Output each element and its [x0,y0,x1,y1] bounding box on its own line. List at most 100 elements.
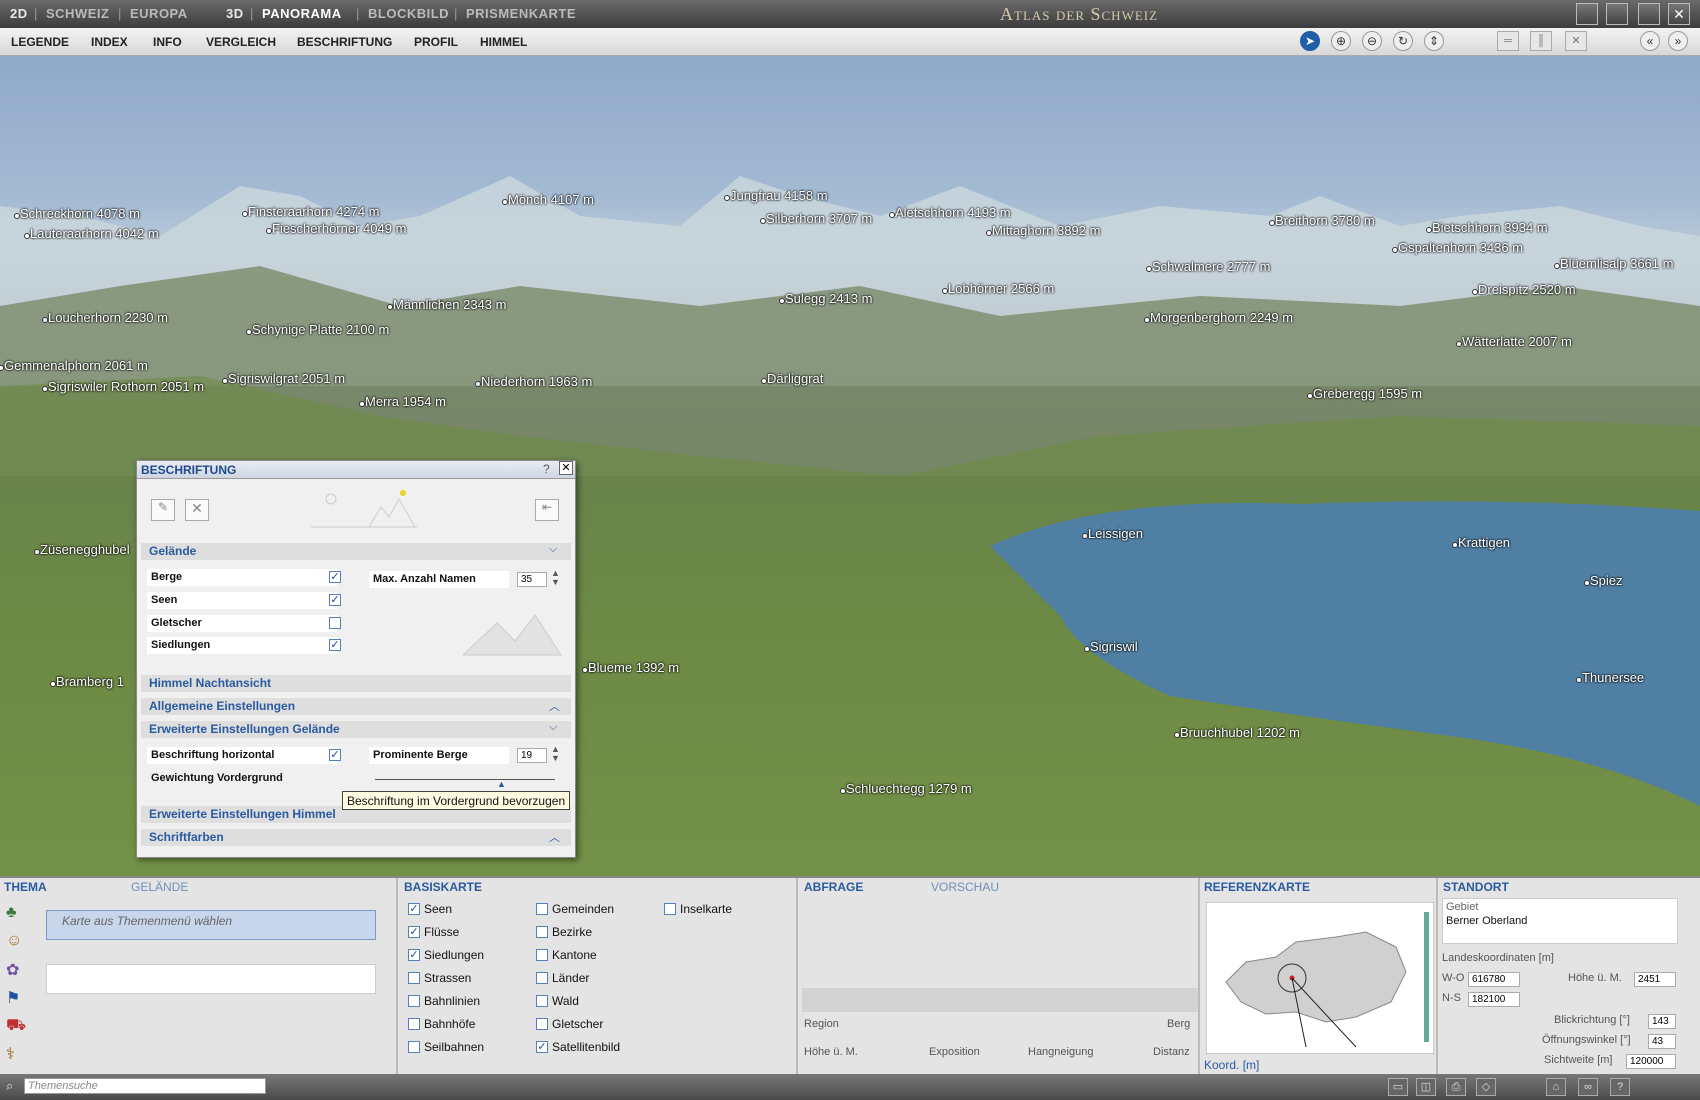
view-2d[interactable]: 2D [10,6,28,21]
zoom-out-icon[interactable]: ⊖ [1362,31,1382,51]
train-icon[interactable]: ⛟ [6,1016,28,1038]
basis-checkbox[interactable]: ✓ [408,949,420,961]
map-label[interactable]: Schreckhorn 4078 m [14,206,140,221]
print-icon[interactable]: ⎙ [1446,1078,1466,1096]
map-label[interactable]: Jungfrau 4158 m [724,188,828,203]
menu-vergleich[interactable]: VERGLEICH [206,35,276,49]
map-label[interactable]: Blueme 1392 m [581,660,679,675]
tab-standort[interactable]: STANDORT [1443,880,1509,894]
section-gelaende[interactable]: Gelände [141,543,571,560]
tab-referenzkarte[interactable]: REFERENZKARTE [1204,880,1310,894]
basis-checkbox[interactable] [536,1018,548,1030]
view-blockbild[interactable]: BLOCKBILD [368,6,449,21]
map-label[interactable]: Spiez [1584,573,1623,588]
route-icon[interactable]: ⚕ [6,1044,28,1066]
close-icon[interactable]: ✕ [1668,3,1690,25]
folder-icon[interactable]: ▭ [1388,1078,1408,1096]
stepper-icon[interactable]: ▲ ▼ [551,745,560,763]
basis-checkbox[interactable]: ✓ [408,926,420,938]
map-label[interactable]: Schynige Platte 2100 m [245,322,389,337]
layout-horizontal-icon[interactable]: ═ [1497,31,1519,51]
back-icon[interactable]: « [1640,31,1660,51]
map-label[interactable]: Gspaltenhorn 3436 m [1391,240,1523,255]
checkbox-gletscher[interactable] [329,617,341,629]
basis-checkbox[interactable] [664,903,676,915]
section-schriftfarben[interactable]: Schriftfarben [141,829,571,846]
slider-thumb[interactable]: ▲ [497,779,506,789]
map-label[interactable]: Merra 1954 m [359,394,446,409]
map-label[interactable]: Schluechtegg 1279 m [840,781,972,796]
rotate-icon[interactable]: ↻ [1393,31,1413,51]
bookmark-icon[interactable]: ◫ [1416,1078,1436,1096]
ns-field[interactable]: 182100 [1468,992,1520,1007]
map-label[interactable]: Dreispitz 2520 m [1472,282,1576,297]
map-label[interactable]: Bietschhorn 3934 m [1426,220,1548,235]
people-icon[interactable]: ☺ [6,932,28,954]
home-icon[interactable]: ⌂ [1546,1078,1566,1096]
checkbox-horizontal[interactable]: ✓ [329,749,341,761]
basis-checkbox[interactable] [536,972,548,984]
map-label[interactable]: Männlichen 2343 m [386,297,506,312]
checkbox-siedlungen[interactable]: ✓ [329,639,341,651]
blick-field[interactable]: 143 [1648,1014,1676,1029]
layout-vertical-icon[interactable]: ║ [1530,31,1552,51]
map-label[interactable]: Gemmenalphorn 2061 m [0,358,148,373]
map-label[interactable]: Morgenberghorn 2249 m [1143,310,1293,325]
map-label[interactable]: Blüemlisalp 3661 m [1553,256,1673,271]
view-3d[interactable]: 3D [226,6,244,21]
help-icon[interactable]: ? [543,462,550,476]
tab-thema[interactable]: THEMA [4,880,47,894]
map-label[interactable]: Sigriswilgrat 2051 m [221,371,345,386]
basis-checkbox[interactable] [408,1041,420,1053]
menu-beschriftung[interactable]: BESCHRIFTUNG [297,35,392,49]
map-label[interactable]: Mönch 4107 m [502,192,594,207]
view-europa[interactable]: EUROPA [130,6,188,21]
view-schweiz[interactable]: SCHWEIZ [46,6,109,21]
map-label[interactable]: Sulegg 2413 m [778,291,872,306]
map-label[interactable]: Krattigen [1451,535,1510,550]
menu-index[interactable]: INDEX [91,35,128,49]
map-label[interactable]: Wätterlatte 2007 m [1456,334,1572,349]
clear-icon[interactable]: ✕ [185,499,209,521]
basis-checkbox[interactable] [408,1018,420,1030]
shield-icon[interactable]: ◇ [1476,1078,1496,1096]
view-panorama[interactable]: PANORAMA [262,6,342,21]
basis-checkbox[interactable] [536,949,548,961]
reference-map[interactable] [1206,902,1434,1054]
section-erweitert-gelaende[interactable]: Erweiterte Einstellungen Gelände [141,721,571,738]
flag-icon[interactable]: ⚑ [6,988,28,1010]
layout-cross-icon[interactable]: ✕ [1565,31,1587,51]
checkbox-berge[interactable]: ✓ [329,571,341,583]
tree-icon[interactable]: ♣ [6,904,28,926]
sicht-field[interactable]: 120000 [1626,1054,1676,1069]
stepper-icon[interactable]: ▲ ▼ [551,569,560,587]
map-label[interactable]: Mittaghorn 3892 m [985,223,1100,238]
hoehe-field[interactable]: 2451 [1634,972,1676,987]
map-label[interactable]: Sigriswil [1084,639,1138,654]
map-label[interactable]: Schwalmere 2777 m [1146,259,1271,274]
basis-checkbox[interactable] [536,995,548,1007]
chevron-up-icon[interactable]: ︿ [549,698,560,714]
weighting-slider[interactable] [375,779,555,780]
map-label[interactable]: Lauteraarhorn 4042 m [24,226,159,241]
tab-vorschau[interactable]: VORSCHAU [931,880,999,894]
thema-select-2[interactable] [46,964,376,994]
edit-icon[interactable]: ✎ [151,499,175,521]
thema-select[interactable]: Karte aus Themenmenü wählen [46,910,376,940]
minimize-button[interactable] [1576,3,1598,25]
menu-info[interactable]: INFO [153,35,182,49]
menu-legende[interactable]: LEGENDE [11,35,69,49]
tab-abfrage[interactable]: ABFRAGE [804,880,863,894]
globe-icon[interactable]: ✿ [6,960,28,982]
chevron-down-icon[interactable]: ⌵ [549,721,557,734]
basis-checkbox[interactable]: ✓ [408,903,420,915]
max-names-field[interactable]: 35 [517,572,547,587]
select-pointer-icon[interactable]: ➤ [1300,31,1320,51]
zoom-in-icon[interactable]: ⊕ [1331,31,1351,51]
wo-field[interactable]: 616780 [1468,972,1520,987]
forward-icon[interactable]: » [1668,31,1688,51]
prominent-field[interactable]: 19 [517,748,547,763]
map-label[interactable]: Sigriswiler Rothorn 2051 m [41,379,204,394]
section-himmel-nachtansicht[interactable]: Himmel Nachtansicht [141,675,571,692]
map-label[interactable]: Lobhörner 2566 m [941,281,1054,296]
